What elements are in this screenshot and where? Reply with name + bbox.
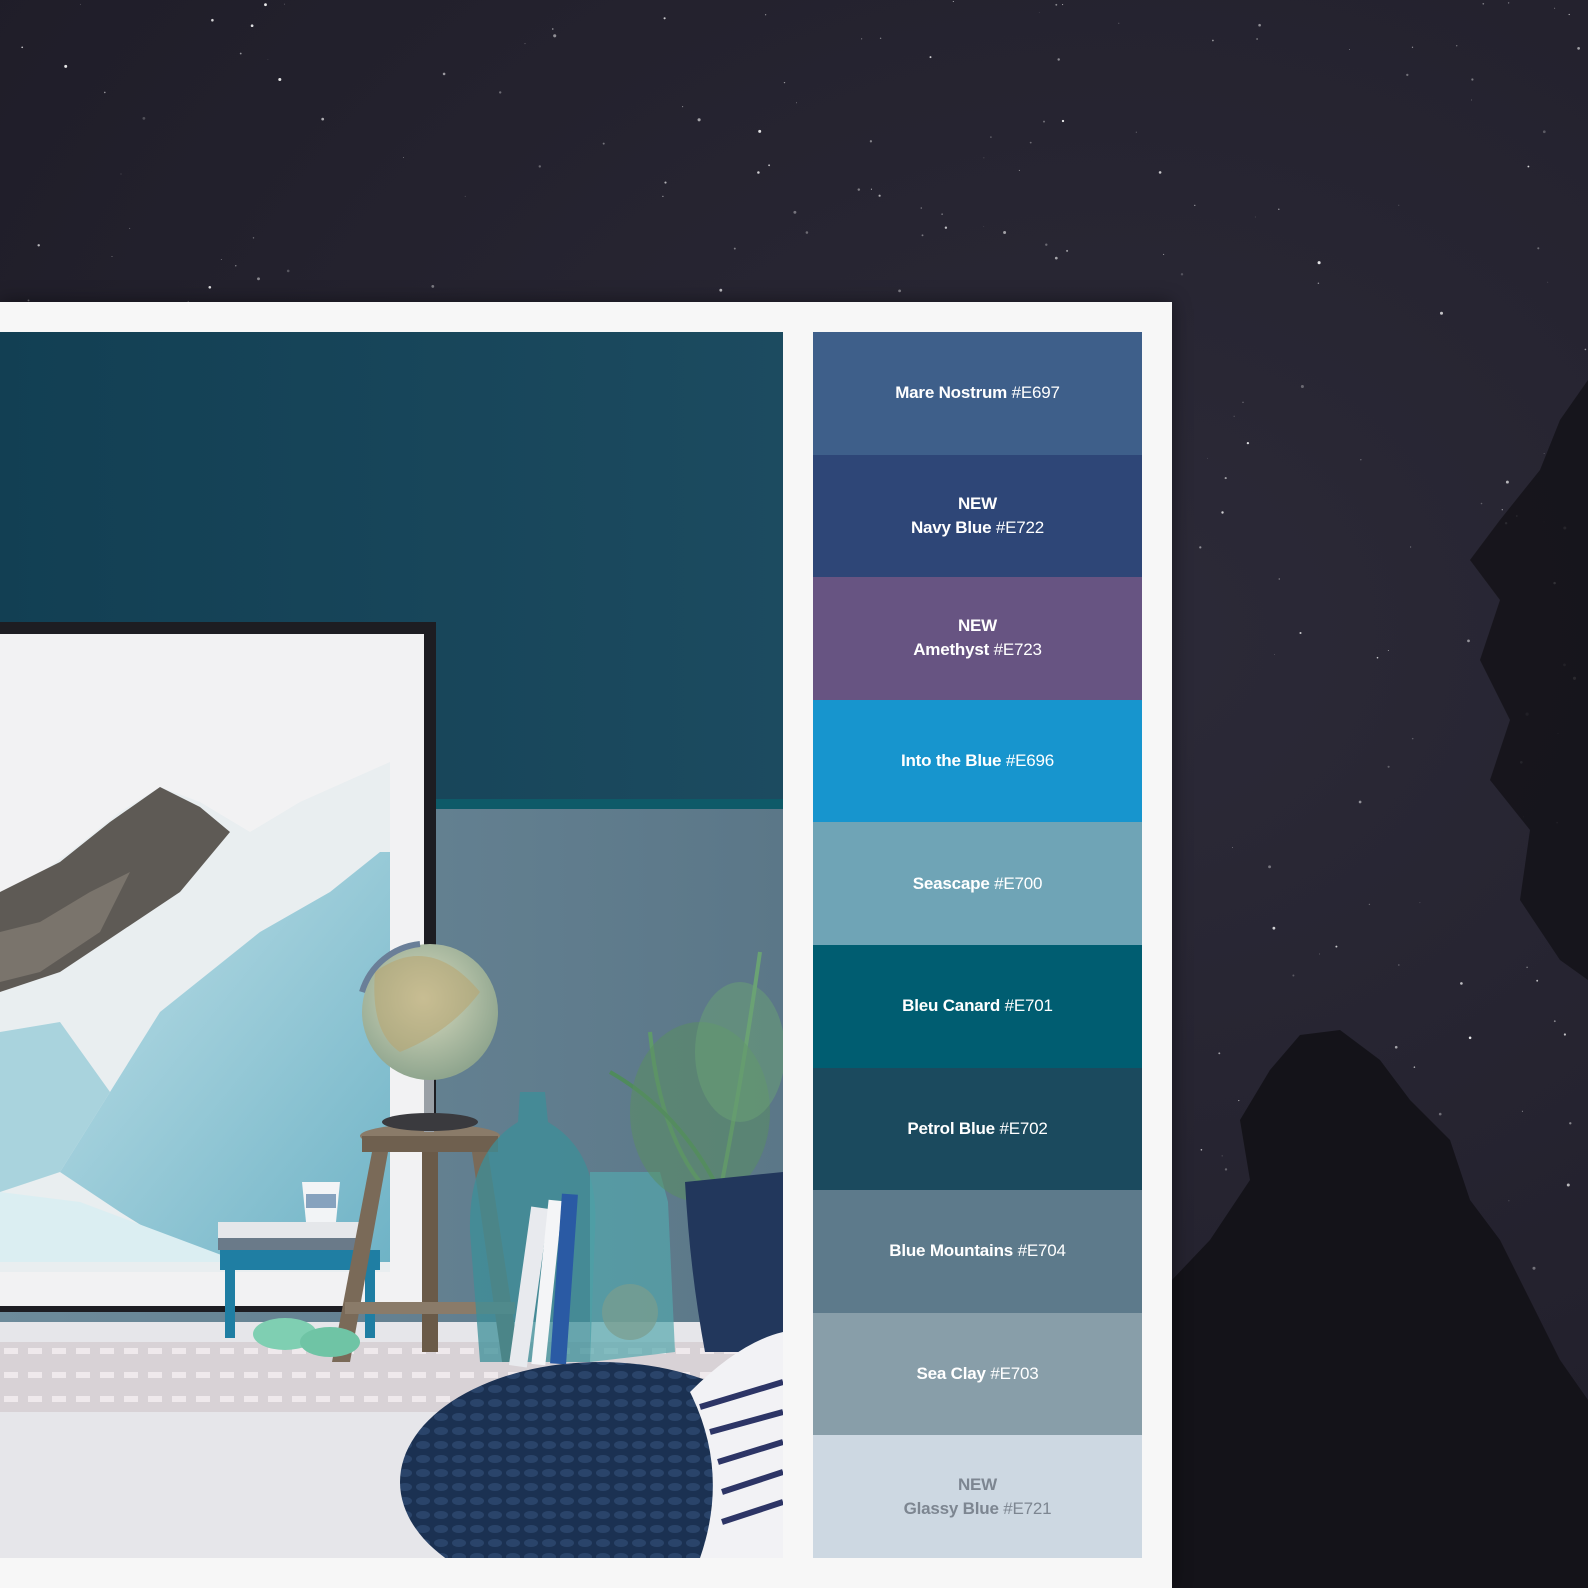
swatch-name: Seascape xyxy=(912,873,990,893)
swatch-glassy-blue[interactable]: NEW Glassy Blue #E721 xyxy=(813,1435,1142,1558)
swatch-seascape[interactable]: Seascape #E700 xyxy=(813,822,1142,945)
new-badge: NEW xyxy=(957,616,998,636)
swatch-name: Blue Mountains xyxy=(889,1241,1014,1261)
swatch-into-the-blue[interactable]: Into the Blue #E696 xyxy=(813,699,1142,823)
swatch-sea-clay[interactable]: Sea Clay #E703 xyxy=(813,1312,1142,1436)
swatch-amethyst[interactable]: NEW Amethyst #E723 xyxy=(813,577,1142,700)
swatch-name: Mare Nostrum xyxy=(895,383,1008,403)
new-badge: NEW xyxy=(957,493,998,513)
swatch-name: Petrol Blue xyxy=(907,1118,995,1138)
swatch-code: #E696 xyxy=(1005,751,1055,771)
swatch-mare-nostrum[interactable]: Mare Nostrum #E697 xyxy=(813,332,1142,455)
swatch-name: Glassy Blue xyxy=(903,1498,999,1518)
swatch-name: Bleu Canard xyxy=(902,996,1001,1016)
swatch-name: Amethyst xyxy=(913,640,990,660)
swatch-code: #E723 xyxy=(993,640,1042,660)
room-illustration xyxy=(0,332,783,1558)
swatch-code: #E697 xyxy=(1011,383,1060,403)
swatch-code: #E701 xyxy=(1004,996,1053,1016)
swatch-petrol-blue[interactable]: Petrol Blue #E702 xyxy=(813,1067,1142,1191)
swatch-name: Sea Clay xyxy=(916,1364,986,1384)
swatch-navy-blue[interactable]: NEW Navy Blue #E722 xyxy=(813,454,1142,578)
swatch-code: #E704 xyxy=(1017,1241,1066,1261)
swatch-blue-mountains[interactable]: Blue Mountains #E704 xyxy=(813,1190,1142,1313)
swatch-code: #E721 xyxy=(1003,1498,1052,1518)
swatch-name: Navy Blue xyxy=(910,517,992,537)
swatch-code: #E703 xyxy=(990,1364,1039,1384)
new-badge: NEW xyxy=(957,1474,998,1494)
swatch-code: #E702 xyxy=(999,1118,1048,1138)
color-swatch-list: Mare Nostrum #E697 NEW Navy Blue #E722 N… xyxy=(813,332,1142,1558)
palette-card: Mare Nostrum #E697 NEW Navy Blue #E722 N… xyxy=(0,302,1172,1588)
swatch-name: Into the Blue xyxy=(900,751,1002,771)
interior-photo xyxy=(0,332,783,1558)
swatch-bleu-canard[interactable]: Bleu Canard #E701 xyxy=(813,944,1142,1068)
swatch-code: #E700 xyxy=(994,873,1043,893)
swatch-code: #E722 xyxy=(995,517,1045,537)
